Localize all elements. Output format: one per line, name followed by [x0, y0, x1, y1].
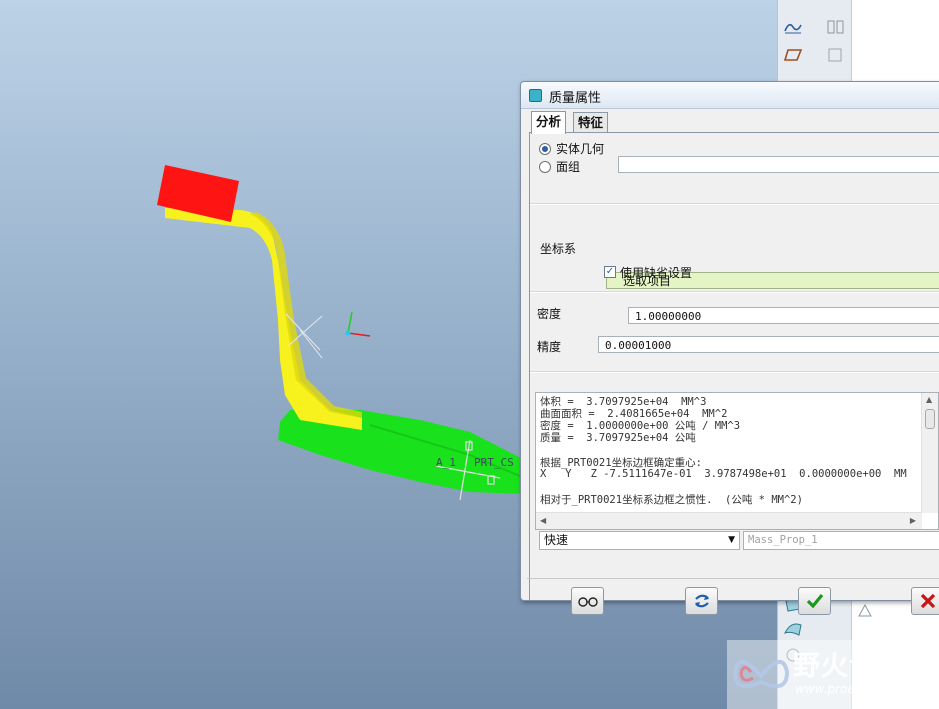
refresh-icon	[694, 594, 709, 608]
butterfly-logo-icon	[732, 660, 790, 689]
watermark-url: www.proewildfire.cn	[795, 682, 917, 696]
forum-watermark: 野火论坛 www.proewildfire.cn	[727, 640, 939, 709]
mode-value: 快速	[544, 533, 569, 547]
glasses-icon	[577, 597, 598, 607]
ok-button[interactable]	[798, 587, 831, 615]
yellow-surface	[165, 208, 362, 430]
quilt-input[interactable]	[618, 156, 939, 173]
datum-icon[interactable]	[854, 600, 876, 622]
results-vertical-scrollbar[interactable]: ▲	[921, 393, 938, 513]
mass-properties-dialog: 质量属性 分析 特征 实体几何 面组 坐标系 选取项目 ✓ 使用缺省设置 密度 …	[520, 81, 939, 615]
button-bar-divider	[527, 578, 939, 579]
divider	[530, 291, 939, 293]
scroll-left-icon[interactable]: ◀	[540, 516, 546, 525]
pattern-icon[interactable]	[824, 44, 846, 66]
quilt-radio[interactable]	[539, 161, 551, 173]
feature-name-input[interactable]: Mass_Prop_1	[743, 531, 939, 550]
axis-label: A_1	[436, 456, 456, 469]
csys-label: 坐标系	[540, 242, 577, 256]
mirror-icon[interactable]	[824, 16, 846, 38]
cancel-button[interactable]	[911, 587, 939, 615]
accuracy-label: 精度	[537, 340, 562, 354]
check-icon	[806, 593, 823, 609]
result-line: 质量 = 3.7097925e+04 公吨	[540, 432, 696, 444]
tab-feature[interactable]: 特征	[573, 112, 609, 133]
solid-geometry-radio[interactable]	[539, 143, 551, 155]
boundary-blend-icon[interactable]	[782, 618, 804, 640]
accuracy-input[interactable]: 0.00001000	[598, 336, 939, 353]
dialog-title: 质量属性	[549, 91, 602, 106]
density-input[interactable]: 1.00000000	[628, 307, 939, 324]
chevron-down-icon: ▼	[728, 535, 735, 545]
scroll-thumb[interactable]	[925, 409, 935, 429]
solid-geometry-label: 实体几何	[556, 142, 605, 156]
scroll-right-icon[interactable]: ▶	[910, 516, 916, 525]
results-textarea[interactable]: 体积 = 3.7097925e+04 MM^3 曲面面积 = 2.4081665…	[535, 392, 939, 530]
quilt-label: 面组	[556, 160, 581, 174]
use-default-checkbox[interactable]: ✓	[604, 266, 616, 278]
dialog-titlebar[interactable]: 质量属性	[521, 82, 939, 109]
mode-dropdown[interactable]: 快速 ▼	[539, 531, 740, 550]
result-line: 相对于_PRT0021坐标系边框之惯性. (公吨 * MM^2)	[540, 494, 803, 506]
divider	[530, 371, 939, 373]
close-icon	[920, 593, 935, 609]
scroll-up-icon[interactable]: ▲	[926, 395, 932, 404]
density-label: 密度	[537, 307, 562, 321]
csys-label: PRT_CS	[474, 456, 514, 469]
preview-button[interactable]	[571, 587, 604, 615]
plane-icon[interactable]	[782, 44, 804, 66]
repeat-button[interactable]	[685, 587, 718, 615]
results-horizontal-scrollbar[interactable]: ◀ ▶	[536, 512, 922, 529]
curve-icon[interactable]	[782, 16, 804, 38]
result-line: X Y Z -7.5111647e-01 3.9787498e+01 0.000…	[540, 468, 907, 480]
watermark-title: 野火论坛	[793, 651, 905, 682]
tab-analysis[interactable]: 分析	[531, 111, 567, 134]
dialog-app-icon	[529, 89, 542, 102]
csys-triad	[345, 311, 371, 337]
divider	[530, 203, 939, 205]
use-default-label: 使用缺省设置	[620, 266, 693, 280]
